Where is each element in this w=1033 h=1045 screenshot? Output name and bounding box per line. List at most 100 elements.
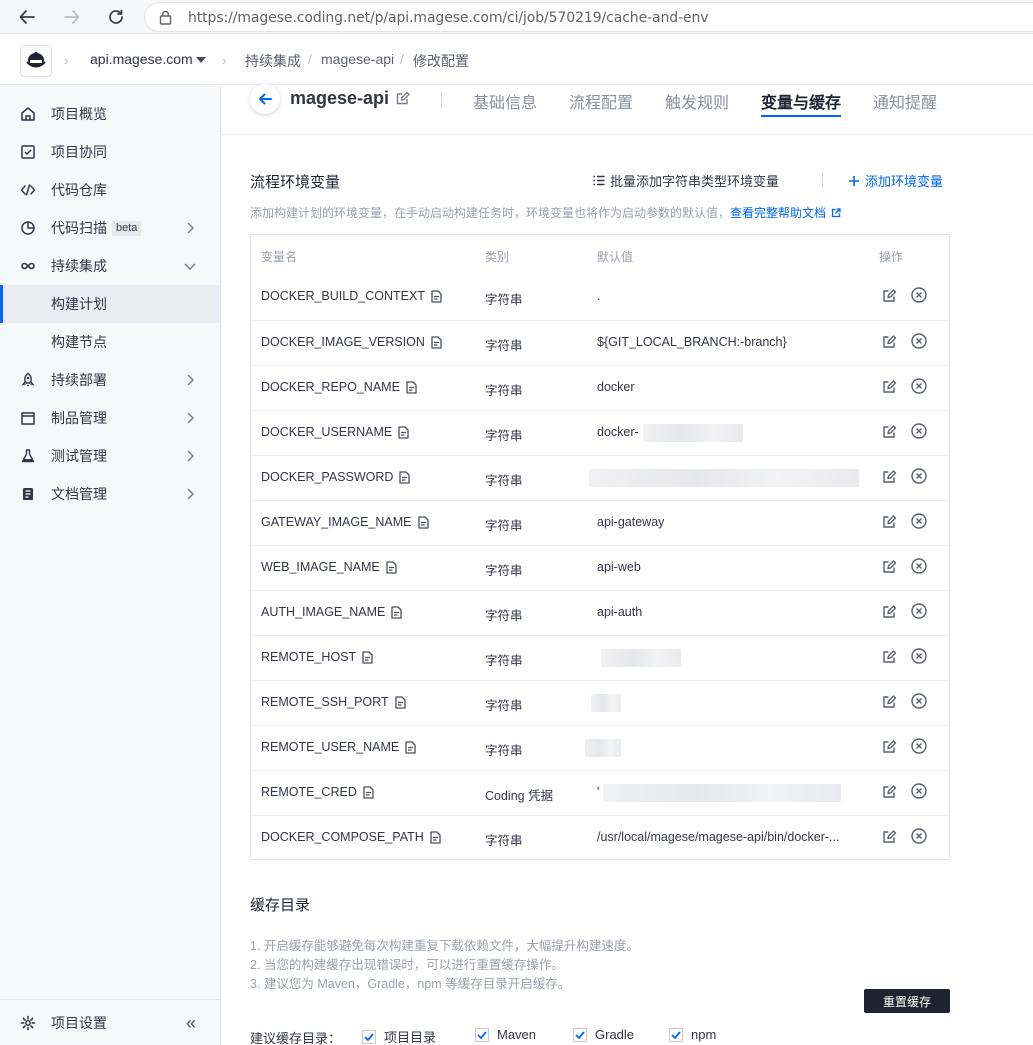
sidebar-item-build-plan[interactable]: 构建计划 [0,285,220,323]
edit-icon[interactable] [880,377,898,395]
caret-down-icon[interactable] [196,57,206,63]
plus-icon [849,175,859,186]
edit-icon[interactable] [880,647,898,665]
home-icon [20,106,36,122]
sidebar-item-label: 项目概览 [51,106,107,122]
delete-icon[interactable] [910,737,928,755]
add-env-button[interactable]: 添加环境变量 [848,171,943,190]
address-bar[interactable]: https://magese.coding.net/p/api.magese.c… [144,2,1033,32]
gear-icon [20,1015,36,1031]
sidebar-item-testing[interactable]: 测试管理 [0,437,220,475]
document-icon[interactable] [391,605,402,619]
tab-pipeline-config[interactable]: 流程配置 [569,89,633,113]
checkbox-checked-icon[interactable] [362,1029,376,1044]
delete-icon[interactable] [910,422,928,440]
edit-icon[interactable] [880,692,898,710]
edit-icon[interactable] [880,422,898,440]
env-var-name: REMOTE_USER_NAME [261,740,416,754]
edit-job-name-icon[interactable] [396,91,410,108]
breadcrumb-job[interactable]: magese-api [321,51,394,67]
back-arrow-icon[interactable] [14,4,40,30]
forward-arrow-icon[interactable] [59,4,85,30]
reload-icon[interactable] [103,4,129,30]
sidebar-item-collab[interactable]: 项目协同 [0,133,220,171]
env-var-type: 字符串 [485,293,523,307]
sidebar-item-build-nodes[interactable]: 构建节点 [0,323,220,361]
edit-icon[interactable] [880,602,898,620]
cache-option-project[interactable]: 项目目录 [362,1027,436,1045]
env-hint-text: 添加构建计划的环境变量，在手动启动构建任务时，环境变量也将作为启动参数的默认值， [250,206,731,220]
env-var-type: 字符串 [485,474,523,488]
table-row: DOCKER_COMPOSE_PATH 字符串/usr/local/magese/… [251,815,949,860]
tab-notifications[interactable]: 通知提醒 [873,89,937,113]
document-icon[interactable] [417,515,429,529]
delete-icon[interactable] [910,512,928,530]
sidebar-item-artifacts[interactable]: 制品管理 [0,399,220,437]
sidebar-item-repo[interactable]: 代码仓库 [0,171,220,209]
sidebar-item-ci[interactable]: 持续集成 [0,247,220,285]
sidebar-item-scan[interactable]: 代码扫描 beta [0,209,220,247]
edit-icon[interactable] [880,332,898,350]
checkbox-checked-icon[interactable] [669,1027,683,1042]
cache-option-label: 项目目录 [384,1030,437,1045]
document-icon[interactable] [430,830,441,844]
delete-icon[interactable] [910,827,928,845]
delete-icon[interactable] [910,467,928,485]
table-row: REMOTE_CRED Coding 凭据 ' [251,770,949,815]
delete-icon[interactable] [910,647,928,665]
edit-icon[interactable] [880,286,898,304]
document-icon[interactable] [394,695,406,709]
delete-icon[interactable] [910,602,928,620]
delete-icon[interactable] [910,782,928,800]
delete-icon[interactable] [910,692,928,710]
edit-icon[interactable] [880,737,898,755]
cache-option-maven[interactable]: Maven [475,1027,536,1042]
delete-icon[interactable] [910,332,928,350]
env-section-title: 流程环境变量 [250,174,341,191]
document-icon[interactable] [431,335,442,349]
tab-basic-info[interactable]: 基础信息 [473,89,537,113]
back-button[interactable] [250,84,280,114]
delete-icon[interactable] [910,286,928,304]
reset-cache-button[interactable]: 重置缓存 [864,989,950,1013]
tab-variables-cache[interactable]: 变量与缓存 [761,89,841,113]
help-doc-link[interactable]: 查看完整帮助文档 [730,206,842,220]
document-icon[interactable] [431,289,442,303]
checkbox-checked-icon[interactable] [573,1027,587,1042]
env-var-name: REMOTE_HOST [261,650,373,664]
sidebar-item-cd[interactable]: 持续部署 [0,361,220,399]
edit-icon[interactable] [880,827,898,845]
edit-icon[interactable] [880,512,898,530]
breadcrumb-ci[interactable]: 持续集成 [245,51,301,71]
document-icon[interactable] [406,380,417,394]
table-row: REMOTE_HOST 字符串 [251,635,949,680]
document-icon[interactable] [398,425,409,439]
project-switcher[interactable]: api.magese.com [90,51,193,67]
document-icon[interactable] [399,470,411,484]
env-var-name-text: REMOTE_HOST [261,650,357,664]
project-logo[interactable] [20,45,52,77]
beta-badge: beta [112,221,142,236]
redacted-value [591,694,621,712]
checkbox-checked-icon[interactable] [475,1027,489,1042]
cache-option-gradle[interactable]: Gradle [573,1027,634,1042]
edit-icon[interactable] [880,782,898,800]
project-settings-link[interactable]: 项目设置 « [0,1004,220,1042]
env-table-body: DOCKER_BUILD_CONTEXT 字符串. DOCKER_IMAGE_VER… [251,275,949,860]
cache-option-npm[interactable]: npm [669,1027,716,1042]
collapse-sidebar-icon[interactable]: « [186,1013,196,1033]
env-var-value: ' [597,785,600,799]
document-icon[interactable] [405,740,416,754]
edit-icon[interactable] [880,467,898,485]
edit-icon[interactable] [880,557,898,575]
document-icon[interactable] [362,650,373,664]
tab-trigger-rules[interactable]: 触发规则 [665,89,729,113]
batch-add-env-button[interactable]: 批量添加字符串类型环境变量 [593,171,779,190]
delete-icon[interactable] [910,377,928,395]
env-var-name-text: DOCKER_IMAGE_VERSION [261,335,425,349]
sidebar-item-docs[interactable]: 文档管理 [0,475,220,513]
sidebar-item-overview[interactable]: 项目概览 [0,95,220,133]
document-icon[interactable] [363,785,374,799]
document-icon[interactable] [386,560,397,574]
delete-icon[interactable] [910,557,928,575]
